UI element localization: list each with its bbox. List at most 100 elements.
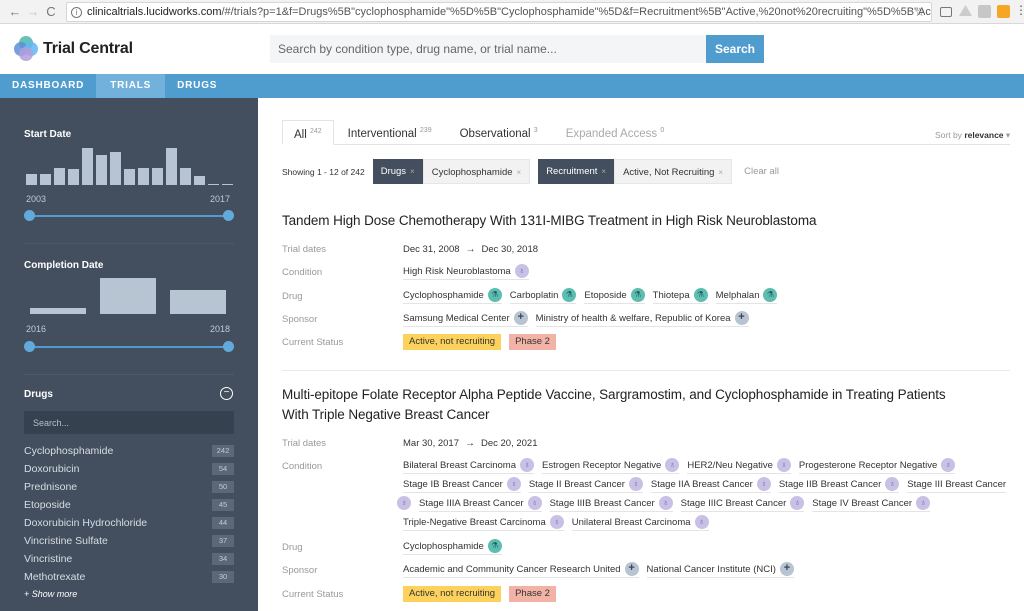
address-bar[interactable]: i clinicaltrials.lucidworks.com /#/trial… (66, 2, 932, 22)
sponsor-tag[interactable]: Samsung Medical Center + (403, 311, 528, 327)
stethoscope-icon[interactable]: ♁ (916, 496, 931, 510)
drug-tag[interactable]: Thiotepa ⚗ (652, 288, 708, 304)
condition-tag[interactable]: Progesterone Receptor Negative ♁ (798, 458, 956, 474)
condition-tag[interactable]: Estrogen Receptor Negative ♁ (542, 458, 680, 474)
remove-icon[interactable]: × (410, 167, 415, 176)
drive-extension-icon[interactable] (959, 5, 972, 17)
reload-button[interactable]: C (42, 4, 60, 19)
condition-tag[interactable]: Stage II Breast Cancer ♁ (528, 477, 643, 493)
completion-date-max-handle[interactable] (223, 341, 234, 352)
back-button[interactable]: ← (6, 4, 24, 19)
forward-button[interactable]: → (24, 4, 42, 19)
flask-icon[interactable]: ⚗ (693, 288, 708, 302)
drug-tag[interactable]: Melphalan ⚗ (715, 288, 778, 304)
start-date-min-handle[interactable] (24, 210, 35, 221)
stethoscope-icon[interactable]: ♁ (506, 477, 521, 491)
tab-observational[interactable]: Observational 3 (446, 120, 552, 145)
condition-tag[interactable]: Stage IIB Breast Cancer ♁ (778, 477, 900, 493)
stethoscope-icon[interactable]: ♁ (776, 458, 791, 472)
remove-icon[interactable]: × (517, 168, 522, 177)
stethoscope-icon[interactable]: ♁ (941, 458, 956, 472)
start-date-max-handle[interactable] (223, 210, 234, 221)
filter-value-cyclophosphamide[interactable]: Cyclophosphamide × (422, 159, 531, 184)
tab-interventional[interactable]: Interventional 239 (334, 120, 446, 145)
search-input[interactable] (270, 35, 706, 63)
drug-search-input[interactable] (24, 411, 234, 434)
stethoscope-icon[interactable]: ♁ (514, 264, 529, 278)
sponsor-tag[interactable]: Ministry of health & welfare, Republic o… (535, 311, 749, 327)
plus-icon[interactable]: + (779, 562, 794, 576)
stethoscope-icon[interactable]: ♁ (549, 515, 564, 529)
stethoscope-icon[interactable]: ♁ (665, 458, 680, 472)
flask-icon[interactable]: ⚗ (487, 539, 502, 553)
condition-tag[interactable]: Stage IV Breast Cancer ♁ (812, 496, 931, 512)
cast-icon[interactable] (940, 7, 952, 17)
stethoscope-icon[interactable]: ♁ (790, 496, 805, 510)
stethoscope-icon[interactable]: ♁ (658, 496, 673, 510)
sort-dropdown[interactable]: Sort by relevance ▾ (935, 130, 1010, 141)
drug-facet-item[interactable]: Prednisone 50 (24, 478, 234, 496)
drug-facet-item[interactable]: Etoposide 45 (24, 496, 234, 514)
drug-facet-item[interactable]: Vincristine 34 (24, 550, 234, 568)
show-more-link[interactable]: + Show more (24, 589, 77, 599)
info-icon[interactable]: i (71, 6, 82, 18)
nav-trials[interactable]: TRIALS (96, 74, 166, 98)
stethoscope-icon[interactable]: ♁ (397, 496, 411, 510)
clear-all-link[interactable]: Clear all (744, 166, 779, 177)
condition-tag[interactable]: Triple-Negative Breast Carcinoma ♁ (403, 515, 564, 531)
condition-tag[interactable]: Bilateral Breast Carcinoma ♁ (403, 458, 534, 474)
collapse-icon[interactable]: − (220, 387, 233, 400)
extension-icon[interactable] (978, 5, 991, 18)
browser-menu-icon[interactable]: ⋮ (1015, 4, 1024, 17)
brand-name[interactable]: Trial Central (43, 40, 133, 58)
completion-date-slider[interactable] (24, 341, 234, 352)
trial-title[interactable]: Tandem High Dose Chemotherapy With 131I-… (282, 211, 1010, 231)
flask-icon[interactable]: ⚗ (763, 288, 778, 302)
flask-icon[interactable]: ⚗ (562, 288, 577, 302)
search-button[interactable]: Search (706, 35, 764, 63)
plus-icon[interactable]: + (513, 311, 528, 325)
condition-tag[interactable]: Stage III Breast Cancer (907, 477, 1007, 493)
plus-icon[interactable]: + (624, 562, 639, 576)
nav-dashboard[interactable]: DASHBOARD (0, 74, 96, 98)
filter-value-active-not-recruiting[interactable]: Active, Not Recruiting × (614, 159, 733, 184)
condition-tag[interactable]: Stage IIA Breast Cancer ♁ (650, 477, 771, 493)
plus-icon[interactable]: + (734, 311, 749, 325)
drug-facet-item[interactable]: Vincristine Sulfate 37 (24, 532, 234, 550)
remove-icon[interactable]: × (718, 168, 723, 177)
flask-icon[interactable]: ⚗ (630, 288, 645, 302)
stethoscope-icon[interactable]: ♁ (628, 477, 643, 491)
condition-tag[interactable]: HER2/Neu Negative ♁ (687, 458, 791, 474)
drug-facet-item[interactable]: Cyclophosphamide 242 (24, 442, 234, 460)
tab-all[interactable]: All 242 (282, 120, 334, 145)
analytics-extension-icon[interactable] (997, 5, 1010, 18)
condition-tag[interactable]: Stage IIIC Breast Cancer ♁ (680, 496, 805, 512)
condition-tag[interactable]: Stage IIIA Breast Cancer ♁ (419, 496, 542, 512)
stethoscope-icon[interactable]: ♁ (520, 458, 534, 472)
start-date-slider[interactable] (24, 210, 234, 221)
stethoscope-icon[interactable]: ♁ (527, 496, 542, 510)
trial-title[interactable]: Multi-epitope Folate Receptor Alpha Pept… (282, 385, 1010, 425)
remove-icon[interactable]: × (601, 167, 606, 176)
stethoscope-icon[interactable]: ♁ (756, 477, 771, 491)
sponsor-tag[interactable]: National Cancer Institute (NCI) + (646, 562, 794, 578)
bookmark-star-icon[interactable]: ☆ (914, 5, 925, 19)
drug-tag[interactable]: Cyclophosphamide ⚗ (403, 288, 502, 304)
stethoscope-icon[interactable]: ♁ (885, 477, 900, 491)
drug-facet-item[interactable]: Doxorubicin Hydrochloride 44 (24, 514, 234, 532)
drug-tag[interactable]: Cyclophosphamide ⚗ (403, 539, 502, 555)
nav-drugs[interactable]: DRUGS (165, 74, 229, 98)
drug-facet-item[interactable]: Methotrexate 30 (24, 568, 234, 586)
condition-tag[interactable]: Stage IIIB Breast Cancer ♁ (549, 496, 673, 512)
tab-expanded-access[interactable]: Expanded Access 0 (552, 120, 679, 145)
sponsor-tag[interactable]: Academic and Community Cancer Research U… (403, 562, 639, 578)
completion-date-min-handle[interactable] (24, 341, 35, 352)
drug-facet-item[interactable]: Doxorubicin 54 (24, 460, 234, 478)
filter-facet-drugs[interactable]: Drugs × (372, 159, 423, 184)
flask-icon[interactable]: ⚗ (487, 288, 502, 302)
logo-icon[interactable] (14, 36, 40, 62)
condition-tag[interactable]: Unilateral Breast Carcinoma ♁ (571, 515, 709, 531)
stethoscope-icon[interactable]: ♁ (694, 515, 709, 529)
condition-tag[interactable]: Stage IB Breast Cancer ♁ (403, 477, 521, 493)
filter-facet-recruitment[interactable]: Recruitment × (538, 159, 615, 184)
